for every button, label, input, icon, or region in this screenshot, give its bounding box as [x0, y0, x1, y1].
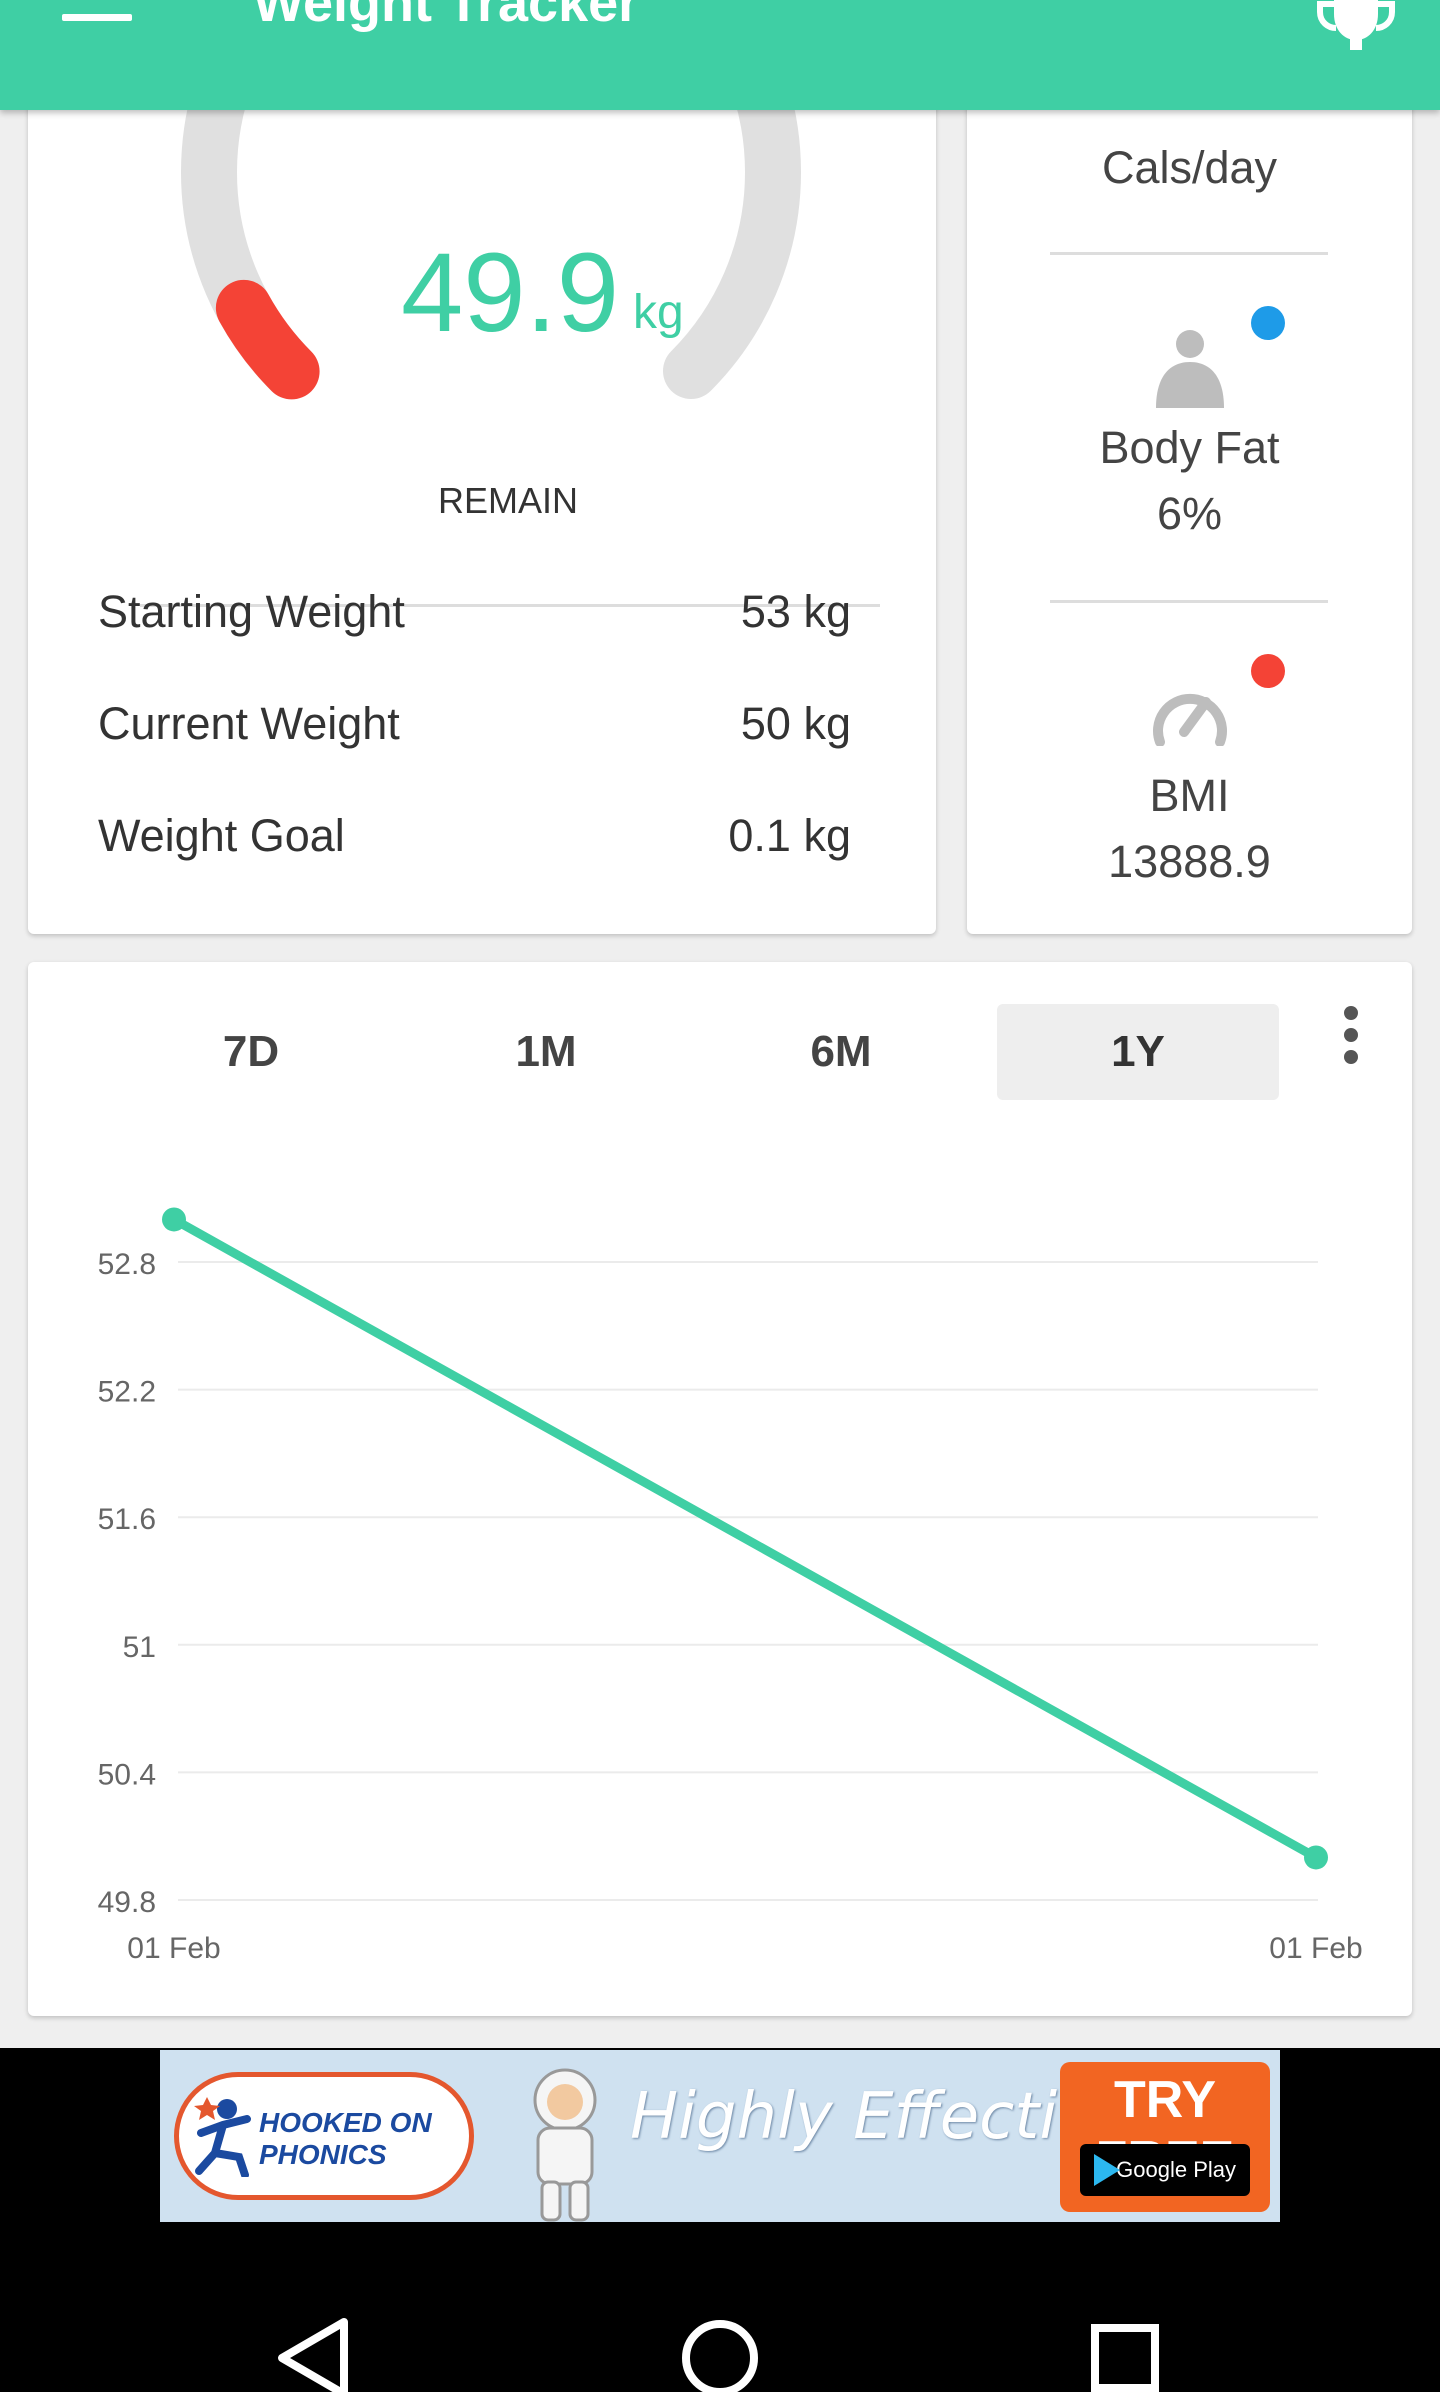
ad-banner[interactable]: HOOKED ON PHONICS Highly Effective, TRY …	[160, 2050, 1280, 2222]
app-bar: Weight Tracker	[0, 0, 1440, 110]
remaining-weight-unit: kg	[633, 286, 684, 339]
weight-goal-value: 0.1 kg	[728, 810, 851, 861]
person-icon	[1156, 330, 1224, 408]
divider	[1050, 252, 1328, 255]
y-tick-label: 52.2	[98, 1376, 156, 1409]
y-tick-label: 49.8	[98, 1886, 156, 1919]
y-tick-label: 50.4	[98, 1758, 156, 1791]
starting-weight-value: 53 kg	[740, 586, 851, 637]
speedometer-icon	[1153, 693, 1227, 746]
body-stats-card: 339 Cals/day Body Fat 6% BMI 13888.9	[967, 80, 1412, 934]
weight-summary-card: 49.9 kg REMAIN Starting Weight 53 kg Cur…	[28, 20, 936, 934]
google-play-badge[interactable]: Google Play	[1080, 2144, 1250, 2196]
weight-goal-label: Weight Goal	[98, 810, 345, 861]
calories-unit: Cals/day	[1101, 142, 1278, 193]
x-tick-label: 01 Feb	[127, 1932, 220, 1965]
y-tick-label: 52.8	[98, 1248, 156, 1281]
bmi-label: BMI	[1149, 770, 1230, 821]
ad-try-free-button[interactable]: TRY FREE Google Play	[1060, 2062, 1270, 2212]
y-tick-label: 51	[123, 1631, 156, 1664]
back-triangle-icon[interactable]	[266, 2308, 366, 2392]
body-fat-status-dot	[1251, 306, 1285, 340]
hamburger-menu-icon[interactable]	[62, 0, 132, 40]
play-store-icon	[1094, 2154, 1120, 2186]
starting-weight-label: Starting Weight	[98, 586, 405, 637]
data-point[interactable]	[162, 1207, 186, 1232]
body-fat-label: Body Fat	[1099, 422, 1280, 473]
remain-label: REMAIN	[437, 480, 578, 521]
series-line	[169, 1214, 1321, 1862]
y-tick-label: 51.6	[98, 1503, 156, 1536]
current-weight-value: 50 kg	[740, 698, 851, 749]
data-point[interactable]	[1304, 1845, 1328, 1870]
weight-line-chart: 52.8 52.2 51.6 51 50.4 49.8 01 Feb 01 Feb	[98, 1207, 1363, 1965]
recents-square-icon[interactable]	[1075, 2308, 1175, 2392]
bmi-value: 13888.9	[1108, 836, 1271, 887]
ad-logo-text: HOOKED ON PHONICS	[259, 2107, 432, 2170]
gauge-progress	[215, 279, 320, 400]
body-fat-value: 6%	[1156, 488, 1223, 539]
app-title: Weight Tracker	[253, 0, 640, 33]
current-weight-label: Current Weight	[98, 698, 400, 749]
hooked-on-phonics-logo: HOOKED ON PHONICS	[174, 2072, 474, 2200]
trophy-icon[interactable]	[1316, 0, 1396, 56]
home-circle-icon[interactable]	[670, 2308, 770, 2392]
runner-icon	[194, 2097, 251, 2177]
weight-chart-card: 7D 1M 6M 1Y 52.8 52.2 51.6 51 50.4 49.8 01 Feb…	[28, 962, 1412, 2016]
remaining-weight-value: 49.9	[401, 230, 619, 355]
google-play-label: Google Play	[1116, 2157, 1236, 2182]
astronaut-icon	[533, 2068, 597, 2222]
bmi-status-dot	[1251, 654, 1285, 688]
divider	[1050, 600, 1328, 603]
x-tick-label: 01 Feb	[1269, 1932, 1362, 1965]
